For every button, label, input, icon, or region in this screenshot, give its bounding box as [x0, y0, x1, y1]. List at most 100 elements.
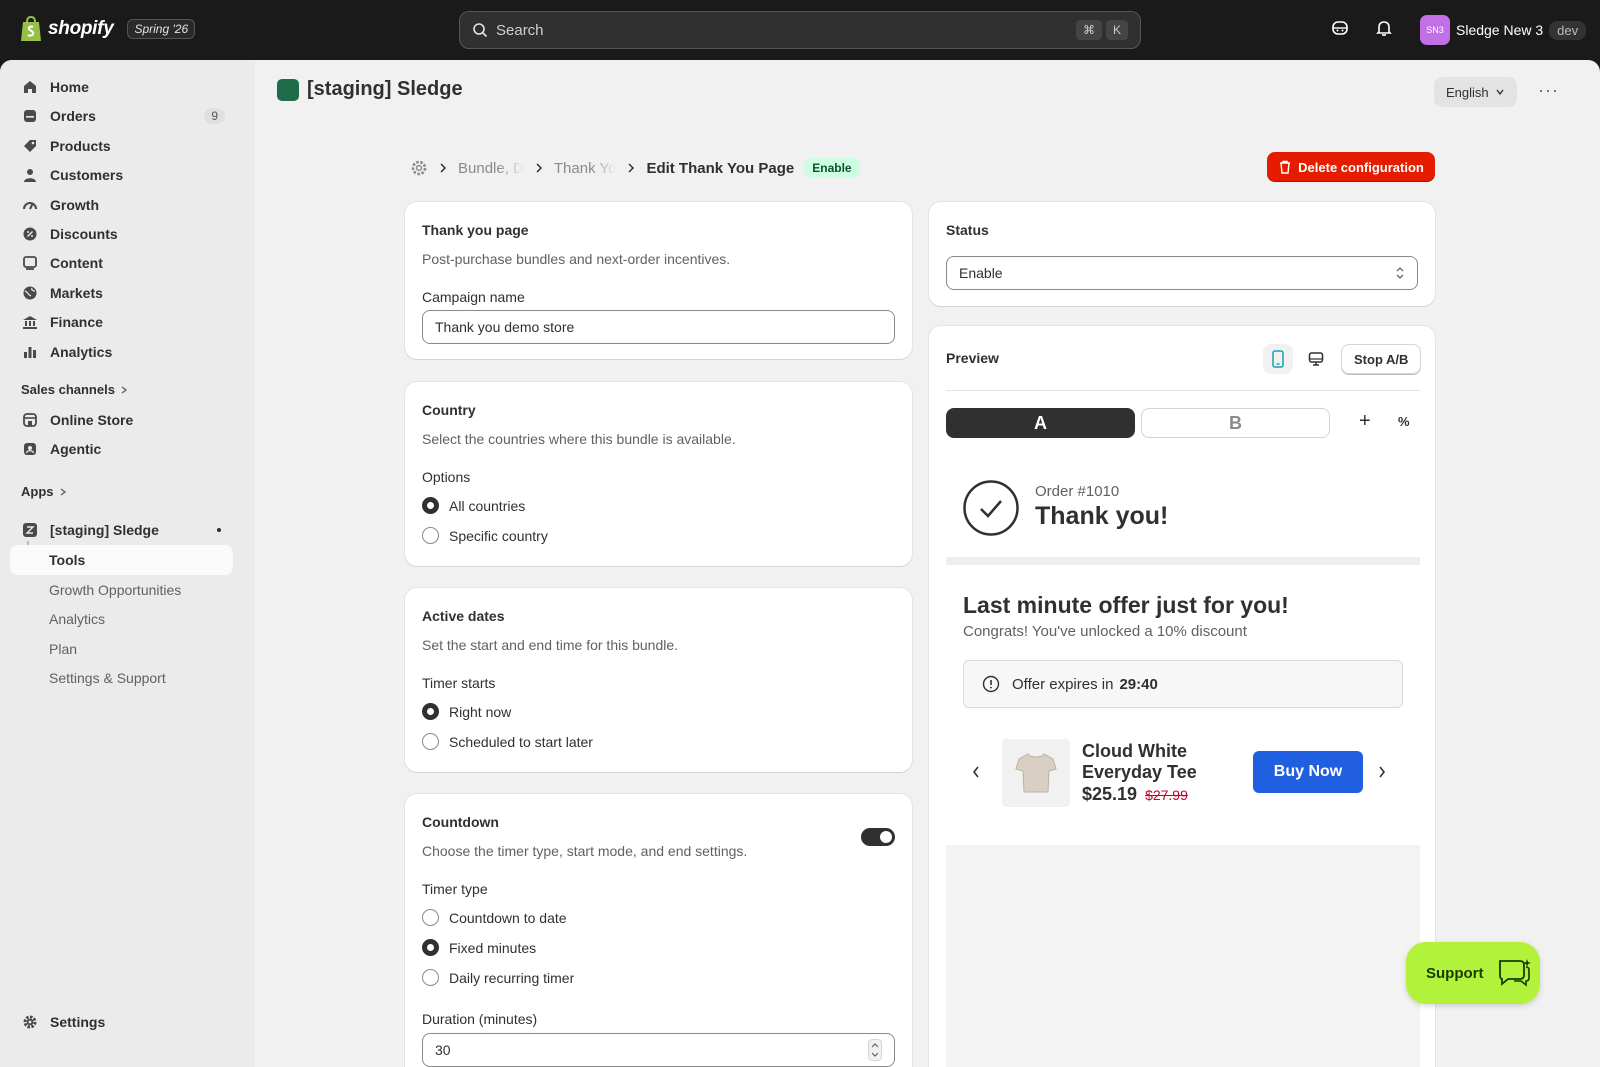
sidebar-item-home[interactable]: Home [10, 72, 233, 102]
user-menu[interactable]: SN3 Sledge New 3 dev [1420, 15, 1587, 45]
breadcrumb-bundle[interactable]: Bundle, D [458, 160, 524, 177]
status-select[interactable]: Enable [946, 256, 1418, 290]
split-percent-button[interactable]: % [1398, 414, 1410, 429]
status-value: Enable [959, 265, 1003, 281]
sidebar-subitem-plan[interactable]: Plan [10, 634, 233, 664]
sidebar-item-orders[interactable]: Orders 9 [10, 101, 233, 131]
language-select[interactable]: English [1434, 77, 1517, 107]
chevron-right-icon [628, 163, 635, 173]
sidekick-icon[interactable] [1330, 18, 1350, 38]
card-title: Countdown [422, 814, 499, 830]
countdown-toggle[interactable] [861, 828, 895, 846]
stepper-icon[interactable] [868, 1039, 882, 1061]
more-actions-button[interactable]: ··· [1538, 80, 1559, 101]
buy-now-button[interactable]: Buy Now [1253, 751, 1363, 793]
shopify-logo[interactable]: shopify Spring '26 [20, 16, 196, 42]
sidebar-item-agentic[interactable]: Agentic [10, 434, 233, 464]
chevron-left-icon[interactable] [971, 765, 981, 779]
stop-ab-button[interactable]: Stop A/B [1341, 344, 1422, 374]
sidebar-subitem-tools[interactable]: Tools [10, 545, 233, 575]
duration-label: Duration (minutes) [422, 1011, 538, 1027]
sidebar-item-discounts[interactable]: Discounts [10, 219, 233, 249]
mobile-preview-button[interactable] [1263, 344, 1293, 374]
timer-starts-label: Timer starts [422, 675, 496, 691]
apps-header[interactable]: Apps [21, 484, 68, 499]
campaign-name-value: Thank you demo store [435, 319, 575, 335]
radio-button[interactable] [422, 939, 439, 956]
country-card: Country Select the countries where this … [405, 382, 912, 566]
card-subtitle: Choose the timer type, start mode, and e… [422, 843, 748, 859]
delete-configuration-button[interactable]: Delete configuration [1267, 152, 1435, 182]
radio-button[interactable] [422, 733, 439, 750]
radio-button[interactable] [422, 497, 439, 514]
variant-a-tab[interactable]: A [946, 408, 1135, 438]
bell-icon[interactable] [1374, 18, 1394, 38]
sidebar-item-markets[interactable]: Markets [10, 278, 233, 308]
radio-all-countries[interactable]: All countries [422, 497, 525, 514]
avatar: SN3 [1420, 15, 1450, 45]
radio-fixed-minutes[interactable]: Fixed minutes [422, 939, 536, 956]
card-title: Active dates [422, 608, 505, 624]
store-icon [23, 413, 37, 427]
main-frame: Home Orders 9 Products Customers Growth … [0, 60, 1600, 1067]
info-circle-icon [982, 675, 1000, 693]
card-title: Country [422, 402, 476, 418]
radio-button[interactable] [422, 527, 439, 544]
orders-count-badge: 9 [204, 108, 225, 124]
bar-chart-icon [24, 347, 36, 358]
campaign-name-input[interactable]: Thank you demo store [422, 310, 895, 344]
variant-b-tab[interactable]: B [1141, 408, 1330, 438]
settings-gear-icon[interactable] [410, 159, 428, 177]
chevron-down-icon [1496, 89, 1504, 96]
desktop-icon [1308, 352, 1324, 366]
radio-button[interactable] [422, 969, 439, 986]
support-button[interactable]: Support [1406, 942, 1540, 1004]
breadcrumb-thank-you[interactable]: Thank Yo [554, 160, 617, 177]
radio-button[interactable] [422, 703, 439, 720]
trash-icon [1280, 160, 1291, 174]
sidebar-subitem-growth-opportunities[interactable]: Growth Opportunities [10, 575, 233, 605]
sidebar-subitem-settings-support[interactable]: Settings & Support [10, 663, 233, 693]
radio-button[interactable] [422, 909, 439, 926]
search-bar[interactable]: ⌘ K [459, 11, 1141, 49]
chevron-right-icon [536, 163, 542, 173]
content-icon [23, 256, 37, 270]
sidebar-subitem-analytics[interactable]: Analytics [10, 604, 233, 634]
sidebar-item-products[interactable]: Products [10, 131, 233, 161]
sidebar-item-online-store[interactable]: Online Store [10, 405, 233, 435]
chevron-right-icon [60, 487, 66, 496]
duration-input[interactable]: 30 [422, 1033, 895, 1067]
sale-price: $25.19 [1082, 784, 1138, 804]
desktop-preview-button[interactable] [1301, 344, 1331, 374]
sidebar-item-label: Analytics [50, 344, 113, 360]
radio-specific-country[interactable]: Specific country [422, 527, 548, 544]
orders-icon [24, 110, 36, 122]
radio-scheduled-later[interactable]: Scheduled to start later [422, 733, 593, 750]
sidebar-item-settings[interactable]: Settings [10, 1007, 233, 1037]
search-input[interactable] [496, 21, 1072, 39]
sidebar-item-label: Online Store [50, 412, 134, 428]
tshirt-icon [1015, 753, 1057, 793]
sales-channels-header[interactable]: Sales channels [21, 382, 129, 397]
sidebar-item-analytics[interactable]: Analytics [10, 337, 233, 367]
chevron-right-icon[interactable] [1377, 765, 1387, 779]
add-variant-button[interactable]: + [1359, 410, 1371, 433]
radio-right-now[interactable]: Right now [422, 703, 511, 720]
sidebar-item-customers[interactable]: Customers [10, 160, 233, 190]
app-menu-dot[interactable] [217, 528, 221, 532]
sidebar-item-finance[interactable]: Finance [10, 307, 233, 337]
radio-countdown-to-date[interactable]: Countdown to date [422, 909, 567, 926]
sidebar-item-label: Settings [50, 1014, 106, 1030]
radio-label: Fixed minutes [449, 939, 537, 956]
card-title: Thank you page [422, 222, 529, 238]
edition-badge[interactable]: Spring '26 [127, 19, 196, 39]
section-label: Sales channels [21, 382, 115, 397]
sidebar-item-growth[interactable]: Growth [10, 190, 233, 220]
user-name: Sledge New 3 [1456, 22, 1544, 38]
expires-time: 29:40 [1119, 675, 1158, 693]
product-image[interactable] [1002, 739, 1070, 807]
sidebar-item-content[interactable]: Content [10, 248, 233, 278]
radio-daily-recurring[interactable]: Daily recurring timer [422, 969, 574, 986]
dev-badge: dev [1549, 20, 1587, 40]
sidebar-item-app[interactable]: [staging] Sledge [10, 515, 233, 545]
